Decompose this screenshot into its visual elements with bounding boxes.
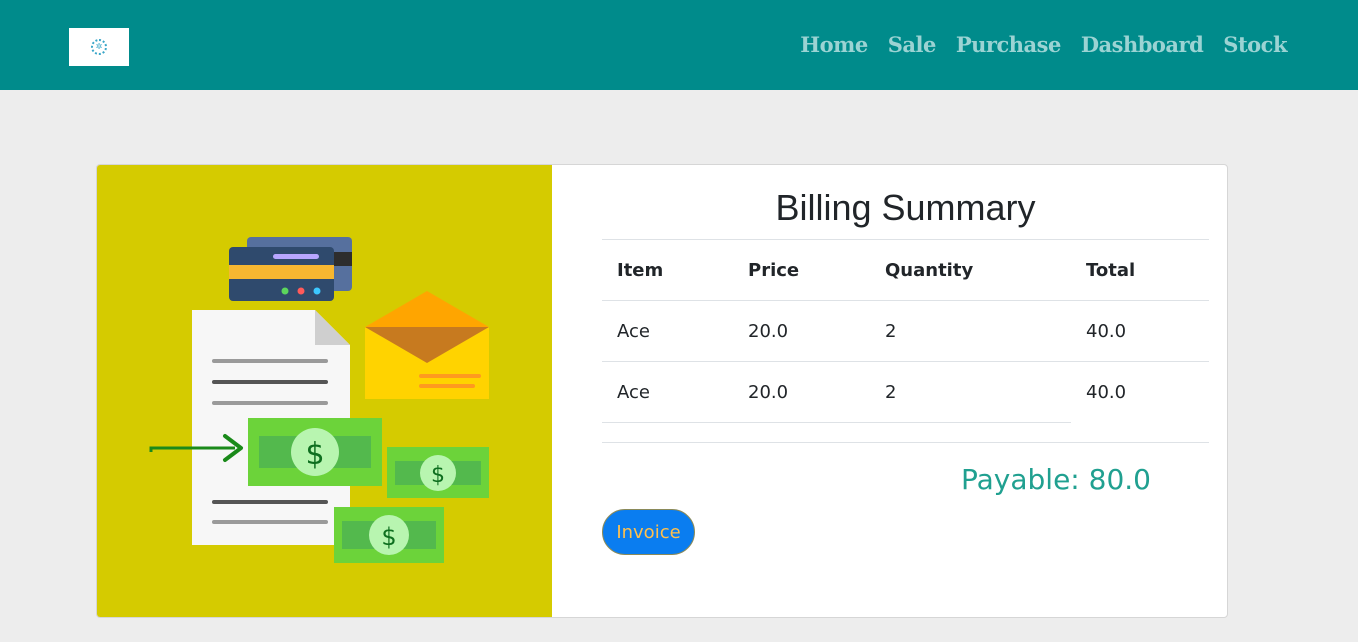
billing-card: $ $ $ Billing Summary Item Price Quantit… [96, 164, 1228, 618]
billing-illustration-svg: $ $ $ [149, 237, 489, 563]
page-title: Billing Summary [775, 187, 1036, 228]
dollar-sign-right: $ [431, 463, 445, 488]
nav-home-link[interactable]: Home [800, 31, 868, 59]
nav-sale-link[interactable]: Sale [888, 31, 937, 59]
cell-quantity: 2 [870, 300, 1071, 362]
table-row: Ace 20.0 2 40.0 [602, 361, 1209, 423]
nav-dashboard-link[interactable]: Dashboard [1081, 31, 1204, 59]
dollar-sign-large: $ [305, 437, 324, 472]
banknote-icon: $ [248, 418, 382, 486]
cell-item: Ace [602, 361, 733, 423]
navbar: ✲ Home Sale Purchase Dashboard Stock [0, 0, 1358, 90]
envelope-icon [365, 291, 489, 399]
cell-total: 40.0 [1071, 300, 1209, 362]
logo-icon: ✲ [91, 39, 107, 55]
nav-links: Home Sale Purchase Dashboard Stock [800, 31, 1287, 59]
credit-card-icon [229, 237, 352, 301]
column-header-total: Total [1071, 239, 1209, 301]
banknote-icon: $ [387, 447, 489, 498]
column-header-item: Item [602, 239, 733, 301]
billing-content: Billing Summary Item Price Quantity Tota… [602, 165, 1209, 617]
nav-purchase-link[interactable]: Purchase [956, 31, 1061, 59]
nav-stock-link[interactable]: Stock [1223, 31, 1287, 59]
invoice-button[interactable]: Invoice [602, 509, 695, 555]
cell-price: 20.0 [733, 361, 870, 423]
brand-logo[interactable]: ✲ [69, 28, 129, 66]
banknote-icon: $ [334, 507, 444, 563]
column-header-quantity: Quantity [870, 239, 1071, 301]
cell-total: 40.0 [1071, 361, 1209, 423]
cell-quantity: 2 [870, 361, 1071, 423]
cell-item: Ace [602, 300, 733, 362]
dollar-sign-bottom: $ [381, 523, 396, 551]
billing-table: Item Price Quantity Total Ace 20.0 2 40.… [602, 239, 1209, 423]
table-row: Ace 20.0 2 40.0 [602, 300, 1209, 362]
table-header-row: Item Price Quantity Total [602, 239, 1209, 301]
cell-price: 20.0 [733, 300, 870, 362]
billing-illustration: $ $ $ [97, 165, 552, 617]
divider [602, 442, 1209, 443]
payable-total: Payable: 80.0 [961, 463, 1151, 496]
column-header-price: Price [733, 239, 870, 301]
